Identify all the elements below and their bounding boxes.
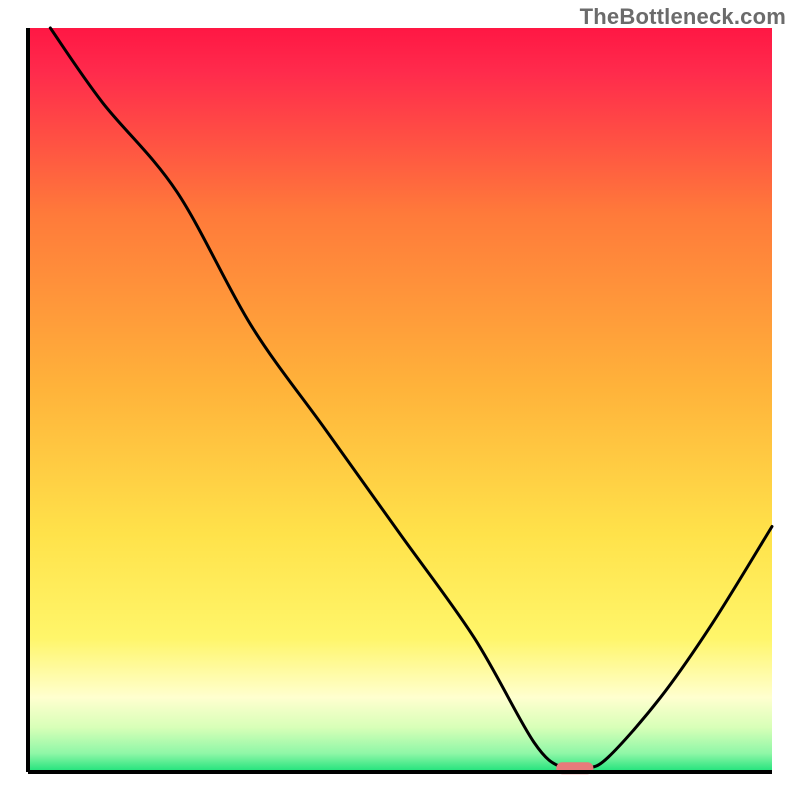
watermark-text: TheBottleneck.com — [580, 4, 786, 30]
chart-gradient-background — [28, 28, 772, 772]
bottleneck-chart — [0, 0, 800, 800]
